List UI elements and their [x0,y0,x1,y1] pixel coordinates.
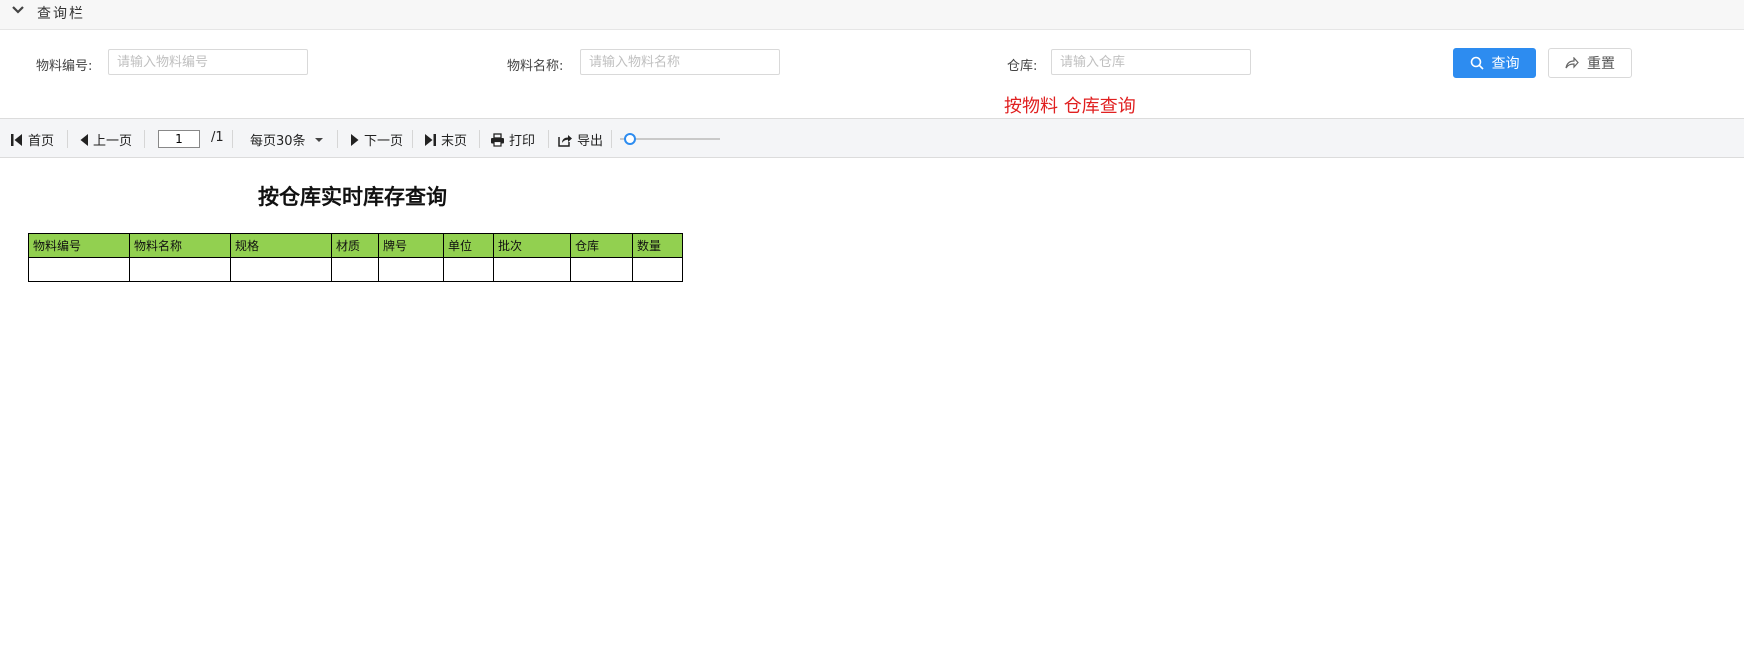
table-cell [443,257,494,282]
page-total: /1 [211,130,224,145]
caret-down-icon [314,137,323,142]
page-size-dropdown[interactable]: 每页30条 [250,130,324,149]
material-name-input[interactable] [580,49,780,75]
export-icon [558,134,572,147]
prev-page-icon [80,133,88,146]
query-bar-header[interactable] [0,0,1744,30]
column-header: 物料编号 [28,233,130,258]
table-cell [378,257,444,282]
print-button[interactable]: 打印 [490,130,535,149]
warehouse-label: 仓库: [1007,59,1038,74]
next-page-button[interactable]: 下一页 [350,130,403,149]
table-cell [331,257,379,282]
toolbar-divider [67,130,68,148]
material-name-label: 物料名称: [507,59,564,74]
report-table: 物料编号 物料名称 规格 材质 牌号 单位 批次 仓库 数量 [28,233,683,282]
column-header: 材质 [331,233,379,258]
warehouse-input[interactable] [1051,49,1251,75]
page-number-input[interactable] [158,130,200,148]
query-bar-title: 查询栏 [37,6,85,22]
table-row [28,257,683,282]
report-title: 按仓库实时库存查询 [258,185,447,209]
toolbar-divider [548,130,549,148]
print-label: 打印 [509,134,536,149]
table-cell [570,257,633,282]
column-header: 仓库 [570,233,633,258]
last-page-label: 末页 [441,134,468,149]
reset-button-label: 重置 [1587,56,1615,72]
table-cell [28,257,130,282]
material-code-label: 物料编号: [36,59,93,74]
share-icon [1565,57,1579,69]
column-header: 物料名称 [129,233,231,258]
prev-page-label: 上一页 [93,134,133,149]
material-code-input[interactable] [108,49,308,75]
search-button-label: 查询 [1491,56,1520,72]
toolbar-divider [412,130,413,148]
toolbar-divider [479,130,480,148]
toolbar-divider [232,130,233,148]
first-page-icon [11,133,22,146]
chevron-down-icon[interactable] [10,2,26,18]
column-header: 牌号 [378,233,444,258]
table-cell [493,257,571,282]
table-cell [129,257,231,282]
column-header: 规格 [230,233,332,258]
toolbar-divider [337,130,338,148]
next-page-icon [351,133,359,146]
query-hint: 按物料 仓库查询 [1004,96,1136,117]
printer-icon [491,132,504,147]
last-page-button[interactable]: 末页 [423,130,467,149]
table-cell [632,257,683,282]
prev-page-button[interactable]: 上一页 [79,130,132,149]
search-button[interactable]: 查询 [1453,48,1536,78]
next-page-label: 下一页 [364,134,404,149]
first-page-label: 首页 [28,134,55,149]
column-header: 数量 [632,233,683,258]
zoom-slider-handle[interactable] [624,133,636,145]
table-header-row: 物料编号 物料名称 规格 材质 牌号 单位 批次 仓库 数量 [28,233,683,258]
toolbar-divider [144,130,145,148]
column-header: 单位 [443,233,494,258]
column-header: 批次 [493,233,571,258]
export-button[interactable]: 导出 [558,130,603,149]
toolbar-divider [611,130,612,148]
first-page-button[interactable]: 首页 [10,130,54,149]
table-cell [230,257,332,282]
last-page-icon [425,133,436,146]
page-size-label: 每页30条 [250,134,306,149]
export-label: 导出 [577,134,604,149]
reset-button[interactable]: 重置 [1548,48,1632,78]
search-icon [1470,56,1484,70]
